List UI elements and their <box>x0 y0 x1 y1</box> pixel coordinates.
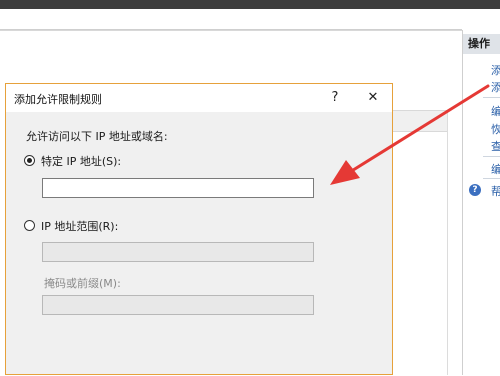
red-arrow-annotation <box>330 84 490 185</box>
